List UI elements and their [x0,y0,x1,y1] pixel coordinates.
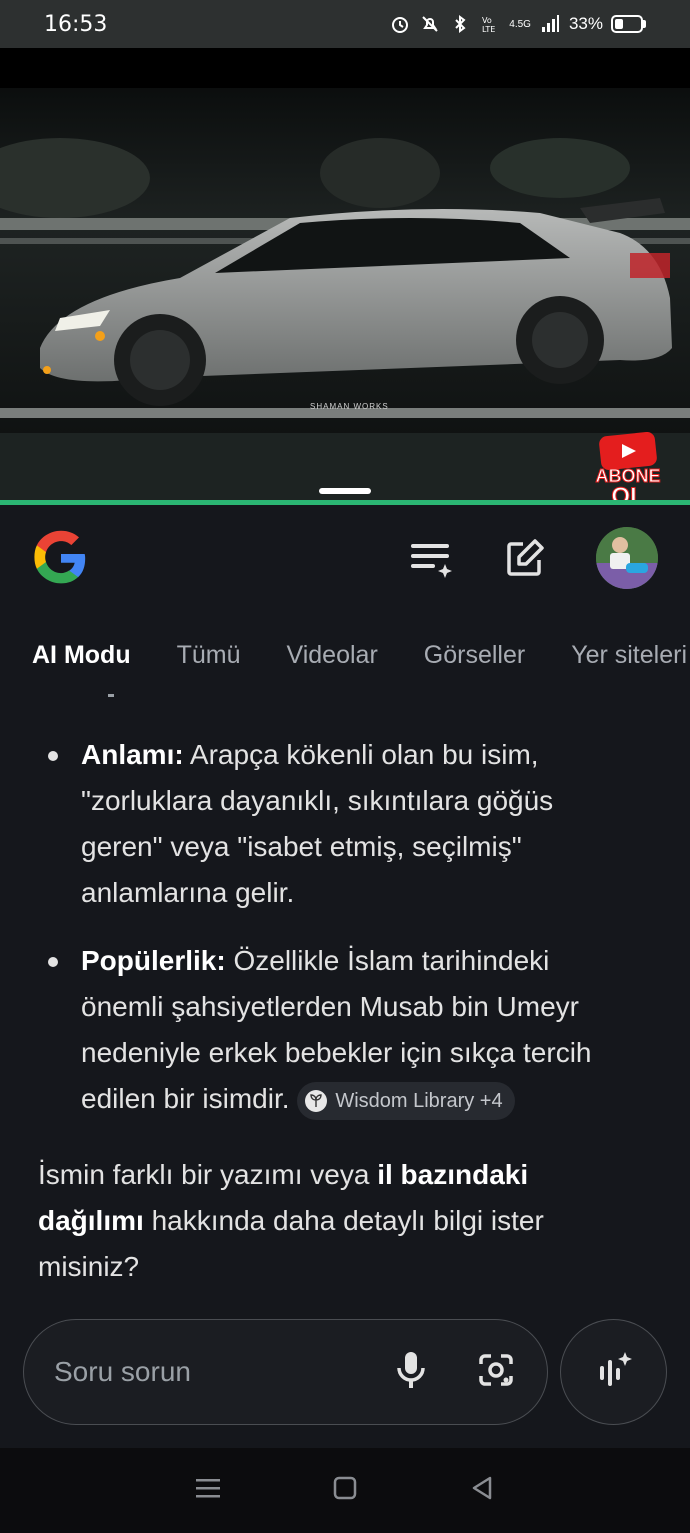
bullet-text: nedeniyle erkek bebekler için sıkça terc… [81,1037,592,1068]
profile-avatar[interactable] [596,526,658,589]
live-mode-button[interactable] [560,1319,667,1425]
ask-input[interactable]: Soru sorun [23,1319,548,1425]
bullet-text: önemli şahsiyetlerden Musab bin Umeyr [81,991,579,1022]
back-icon[interactable] [468,1474,496,1507]
tab-ai-mode[interactable]: AI Modu [32,641,131,670]
source-favicon-icon [305,1089,328,1112]
network-type: 4.5G [509,18,531,30]
bullet-title: Anlamı: [81,739,184,770]
status-bar: 16:53 Vo LTE 4.5G 33% [0,0,690,48]
followup-bold: dağılımı [38,1205,144,1236]
ai-answer: Anlamı: Arapça kökenli olan bu isim, "zo… [0,690,690,1310]
live-waveform-icon [594,1350,634,1395]
tab-images[interactable]: Görseller [424,641,525,670]
status-icons: Vo LTE 4.5G 33% [389,13,646,35]
source-chip[interactable]: Wisdom Library +4 [297,1081,515,1120]
ask-placeholder: Soru sorun [54,1356,191,1387]
battery-icon [611,15,646,33]
home-icon[interactable] [331,1474,359,1507]
tab-videos[interactable]: Videolar [287,641,378,670]
svg-text:LTE: LTE [482,25,495,34]
alarm-icon [389,13,411,35]
history-list-icon[interactable] [408,535,454,581]
app-header [0,505,690,610]
scroll-remnant [108,694,114,697]
google-logo[interactable] [32,529,90,587]
subscribe-badge[interactable]: ABONE OL [590,432,666,500]
search-tabs: AI Modu Tümü Videolar Görseller Yer site… [0,625,690,685]
bluetooth-icon [449,13,471,35]
google-lens-icon[interactable] [477,1352,515,1393]
bullet-text: "zorluklara dayanıklı, sıkıntılara göğüs [81,785,554,816]
followup-text: hakkında daha detaylı bilgi ister [143,1205,544,1236]
split-handle[interactable] [319,488,371,494]
svg-text:Vo: Vo [482,16,492,25]
microphone-icon[interactable] [395,1350,427,1395]
followup-bold: il bazındaki [377,1159,529,1190]
signal-icon [539,13,561,35]
bullet-text: anlamlarına gelir. [81,877,295,908]
bullet-dot [48,957,58,967]
system-nav-bar [0,1448,690,1533]
followup-text: misiniz? [38,1251,140,1282]
list-item: Popülerlik: Özellikle İslam tarihindeki … [44,938,664,1122]
tab-places[interactable]: Yer siteleri [571,641,687,670]
recent-apps-icon[interactable] [194,1474,222,1507]
followup-text: İsmin farklı bir yazımı veya [38,1159,378,1190]
video-player[interactable]: SHAMAN WORKS ABONE OL [0,48,690,500]
bullet-title: Popülerlik: [81,945,226,976]
volte-icon: Vo LTE [479,13,501,35]
bullet-text: edilen bir isimdir. [81,1083,290,1114]
bullet-text: Arapça kökenli olan bu isim, [183,739,539,770]
source-chip-label: Wisdom Library +4 [335,1089,503,1112]
mute-icon [419,13,441,35]
status-time: 16:53 [44,11,108,37]
bullet-dot [48,751,58,761]
tab-all[interactable]: Tümü [177,641,241,670]
list-item: Anlamı: Arapça kökenli olan bu isim, "zo… [44,732,664,916]
bullet-text: geren" veya "isabet etmiş, seçilmiş" [81,831,522,862]
battery-percent: 33% [568,14,603,33]
video-watermark: SHAMAN WORKS [310,402,389,411]
bullet-text: Özellikle İslam tarihindeki [225,945,550,976]
new-chat-icon[interactable] [502,535,548,581]
video-frame [0,48,690,500]
followup-question: İsmin farklı bir yazımı veya il bazındak… [38,1152,658,1290]
subscribe-badge-line2: OL [611,483,644,500]
